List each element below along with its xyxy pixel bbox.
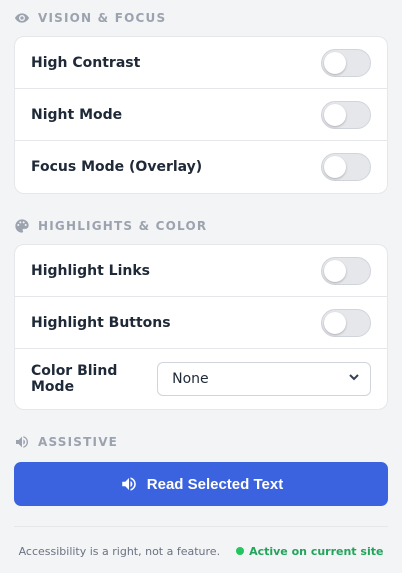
eye-icon <box>14 10 30 26</box>
setting-label: Focus Mode (Overlay) <box>31 159 203 175</box>
accessibility-panel: VISION & FOCUS High Contrast Night Mode … <box>0 0 402 573</box>
setting-row-night-mode: Night Mode <box>15 89 387 141</box>
setting-label: High Contrast <box>31 54 141 71</box>
toggle-knob <box>324 103 346 126</box>
chevron-down-icon <box>348 371 360 387</box>
highlights-card: Highlight Links Highlight Buttons Color … <box>14 244 388 410</box>
palette-icon <box>14 218 30 234</box>
section-header-vision: VISION & FOCUS <box>14 0 388 36</box>
high-contrast-toggle[interactable] <box>321 48 371 77</box>
speaker-icon <box>119 475 139 493</box>
toggle-knob <box>324 51 346 74</box>
highlight-links-toggle[interactable] <box>321 256 371 285</box>
setting-label: Color Blind Mode <box>31 363 118 395</box>
status-text: Active on current site <box>249 544 384 558</box>
status-indicator: Active on current site <box>236 545 383 558</box>
toggle-knob <box>324 311 346 334</box>
speaker-icon <box>14 434 30 450</box>
night-mode-toggle[interactable] <box>321 100 371 129</box>
setting-row-focus-mode: Focus Mode (Overlay) <box>15 141 387 193</box>
section-title: ASSISTIVE <box>38 435 119 449</box>
button-label: Read Selected Text <box>146 475 284 493</box>
section-title: VISION & FOCUS <box>38 11 167 25</box>
read-selected-text-button[interactable]: Read Selected Text <box>14 462 388 506</box>
toggle-knob <box>324 156 346 178</box>
select-value: None <box>172 371 209 387</box>
setting-label: Highlight Buttons <box>31 314 171 331</box>
setting-row-color-blind: Color Blind Mode None <box>15 349 387 409</box>
setting-row-highlight-links: Highlight Links <box>15 245 387 297</box>
setting-label: Highlight Links <box>31 262 150 279</box>
highlight-buttons-toggle[interactable] <box>321 308 371 337</box>
setting-row-highlight-buttons: Highlight Buttons <box>15 297 387 349</box>
section-title: HIGHLIGHTS & COLOR <box>38 219 208 233</box>
footer-tagline: Accessibility is a right, not a feature. <box>18 544 221 558</box>
section-header-assistive: ASSISTIVE <box>14 424 388 460</box>
vision-card: High Contrast Night Mode Focus Mode (Ove… <box>14 36 388 194</box>
section-header-highlights: HIGHLIGHTS & COLOR <box>14 208 388 244</box>
setting-row-high-contrast: High Contrast <box>15 37 387 89</box>
toggle-knob <box>324 259 346 282</box>
color-blind-select[interactable]: None <box>157 362 371 396</box>
focus-mode-toggle[interactable] <box>321 153 371 181</box>
status-dot <box>236 547 245 555</box>
setting-label: Night Mode <box>31 106 123 123</box>
footer: Accessibility is a right, not a feature.… <box>14 527 388 573</box>
